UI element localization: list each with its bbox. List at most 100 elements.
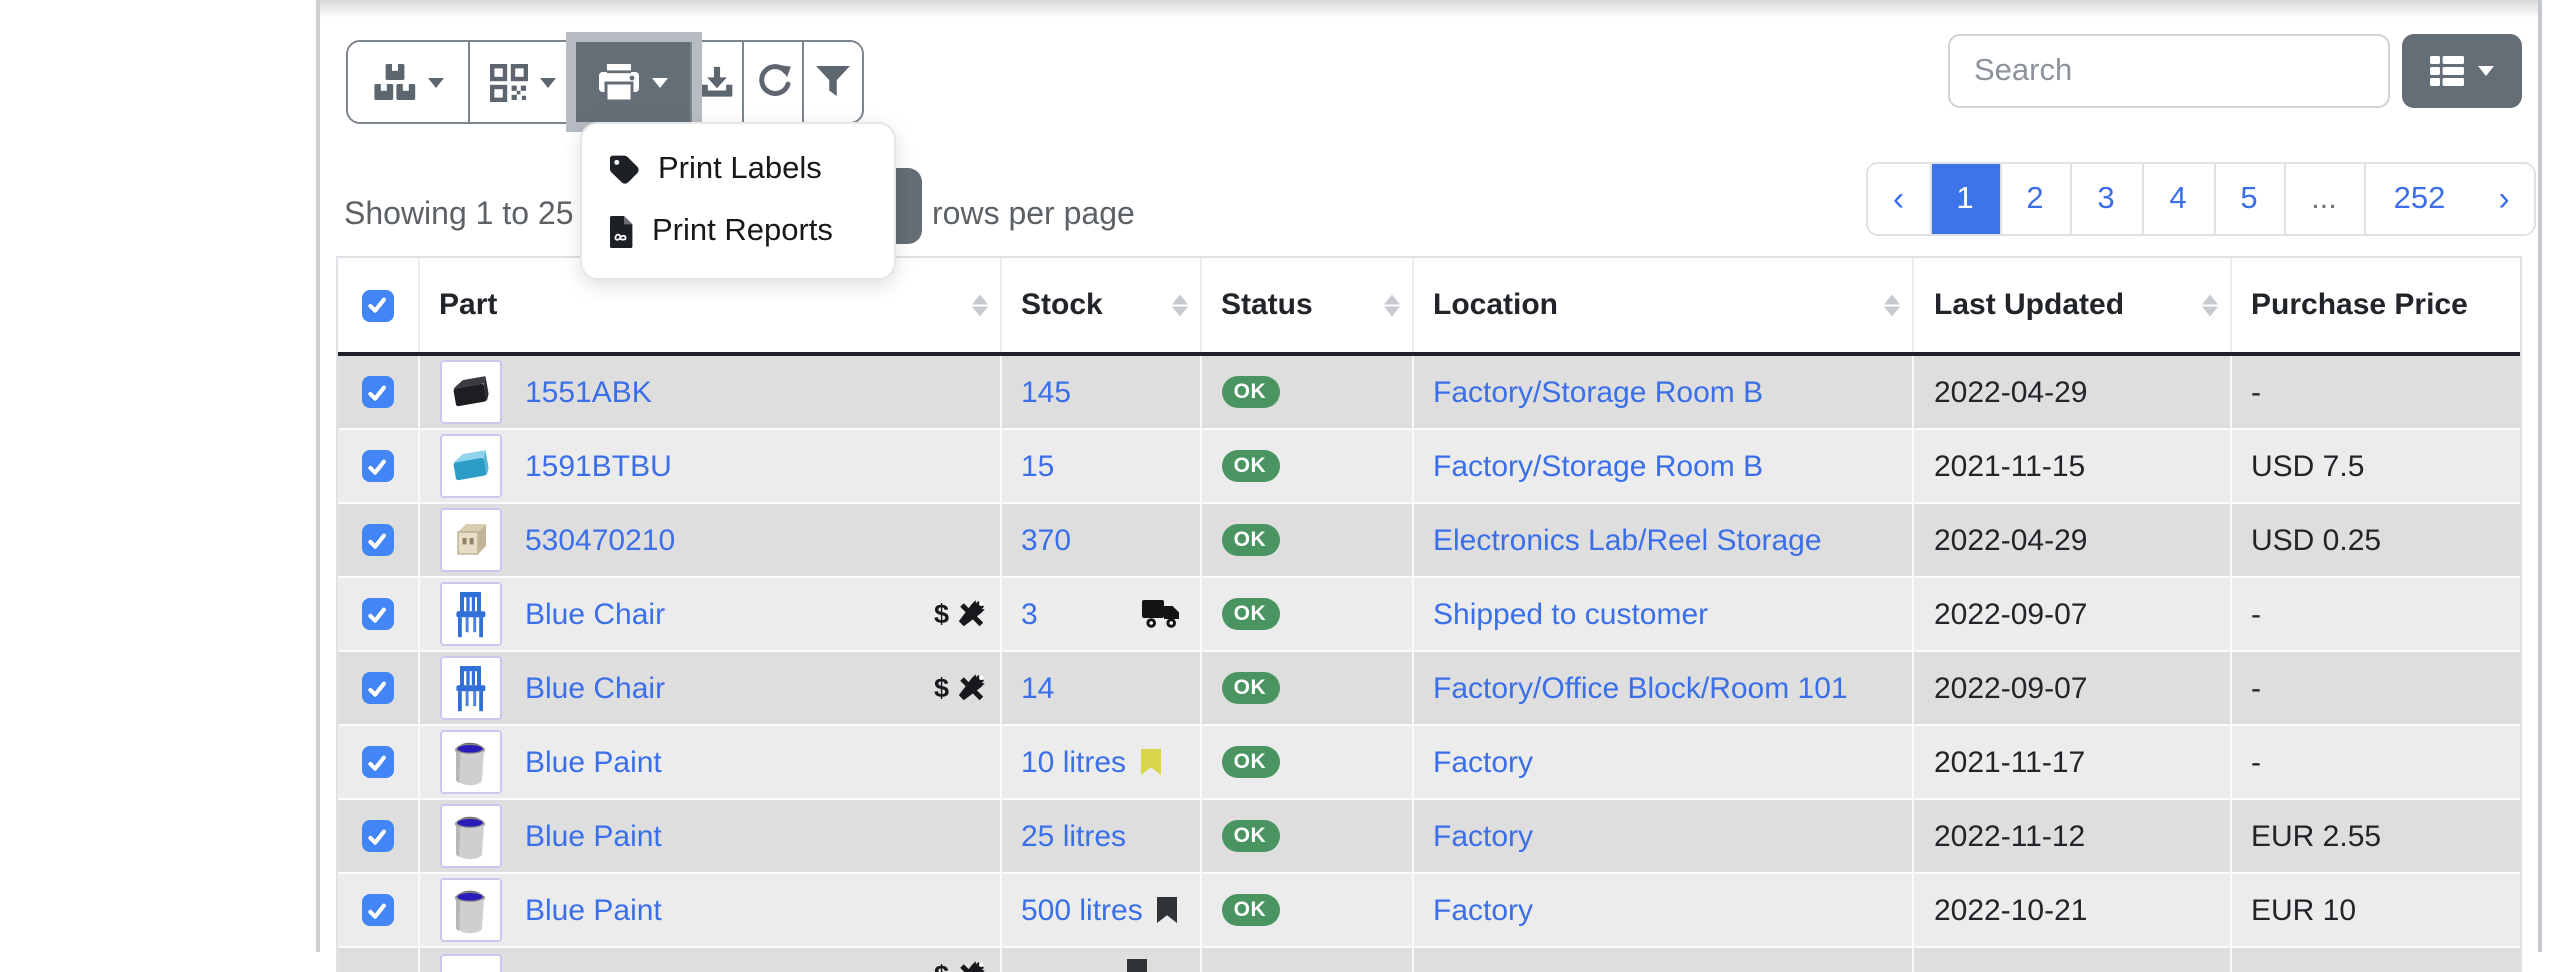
row-checkbox[interactable] <box>362 672 394 704</box>
location-link[interactable]: Factory/Office Block/Room 101 <box>1433 671 1848 705</box>
download-icon <box>700 65 734 99</box>
stock-link[interactable]: 145 <box>1021 375 1071 409</box>
pagination-next-button[interactable]: › <box>2474 164 2534 234</box>
row-checkbox[interactable] <box>362 450 394 482</box>
stock-link[interactable]: 14 <box>1021 671 1054 705</box>
row-checkbox[interactable] <box>362 894 394 926</box>
part-thumbnail[interactable] <box>439 656 501 720</box>
status-badge: OK <box>1221 376 1279 408</box>
part-link[interactable]: 530470210 <box>525 523 675 557</box>
stock-actions-button[interactable] <box>348 42 470 122</box>
pdf-icon <box>608 216 634 248</box>
column-header-status[interactable]: Status <box>1199 258 1411 352</box>
menu-item-print-labels[interactable]: Print Labels <box>582 146 894 194</box>
part-flags: $ <box>934 673 985 703</box>
barcode-actions-button[interactable] <box>470 42 576 122</box>
part-link[interactable]: 1591BTBU <box>525 449 672 483</box>
table-row: $ <box>338 946 2520 972</box>
column-header-stock[interactable]: Stock <box>999 258 1199 352</box>
column-label: Status <box>1221 288 1313 322</box>
row-checkbox[interactable] <box>362 524 394 556</box>
stock-link[interactable]: 10 litres <box>1021 745 1126 779</box>
status-badge: OK <box>1221 524 1279 556</box>
part-link[interactable]: 1551ABK <box>525 375 652 409</box>
location-link[interactable]: Factory <box>1433 745 1533 779</box>
location-link[interactable]: Factory/Storage Room B <box>1433 375 1763 409</box>
part-link[interactable]: Blue Paint <box>525 819 662 853</box>
table-row: Blue Paint $ 500 litres <box>338 872 2520 946</box>
menu-item-label: Print Labels <box>658 152 822 188</box>
table-row: Blue Chair $ 3 <box>338 576 2520 650</box>
select-all-checkbox[interactable] <box>362 289 394 321</box>
barcode-icon <box>489 63 527 101</box>
last-updated-value: 2022-04-29 <box>1934 523 2087 557</box>
part-link[interactable]: Blue Paint <box>525 745 662 779</box>
sort-carets-icon <box>1383 294 1399 317</box>
column-header-location[interactable]: Location <box>1411 258 1912 352</box>
status-badge: OK <box>1221 598 1279 630</box>
page-button-2[interactable]: 2 <box>2001 164 2071 234</box>
row-checkbox[interactable] <box>362 746 394 778</box>
download-button[interactable] <box>692 42 744 122</box>
part-thumbnail[interactable] <box>439 582 501 646</box>
status-badge: OK <box>1221 746 1279 778</box>
part-link[interactable]: Blue Chair <box>525 597 665 631</box>
table-row: Blue Paint $ 10 litres <box>338 724 2520 798</box>
page-button-1[interactable]: 1 <box>1931 164 2001 234</box>
stock-link[interactable]: 3 <box>1021 597 1038 631</box>
bookmark-yellow-icon <box>1140 748 1162 776</box>
column-header-updated[interactable]: Last Updated <box>1912 258 2229 352</box>
purchase-price-value: USD 7.5 <box>2251 449 2364 483</box>
last-updated-value: 2021-11-17 <box>1934 745 2085 779</box>
boxes-icon <box>373 64 415 100</box>
menu-item-label: Print Reports <box>652 214 833 250</box>
page-button-4[interactable]: 4 <box>2143 164 2215 234</box>
stock-link[interactable]: 15 <box>1021 449 1054 483</box>
page-button-3[interactable]: 3 <box>2071 164 2143 234</box>
column-label: Stock <box>1021 288 1103 322</box>
part-thumbnail[interactable] <box>439 954 501 972</box>
location-link[interactable]: Factory <box>1433 819 1533 853</box>
menu-item-print-reports[interactable]: Print Reports <box>582 208 894 256</box>
part-thumbnail[interactable] <box>439 878 501 942</box>
search-input[interactable] <box>1948 34 2390 108</box>
part-thumbnail[interactable] <box>439 804 501 868</box>
stock-link[interactable]: 500 litres <box>1021 893 1143 927</box>
pagination-prev-button[interactable]: ‹ <box>1868 164 1931 234</box>
purchase-price-value: USD 0.25 <box>2251 523 2381 557</box>
page-button-252[interactable]: 252 <box>2365 164 2474 234</box>
table-body: 1551ABK $ 145 <box>338 356 2520 972</box>
part-link[interactable]: Blue Paint <box>525 893 662 927</box>
stock-link[interactable]: 370 <box>1021 523 1071 557</box>
part-thumbnail[interactable] <box>439 730 501 794</box>
part-flags: $ <box>934 960 985 972</box>
part-link[interactable]: Blue Chair <box>525 671 665 705</box>
pagination: ‹ 12345...252 › <box>1866 162 2536 236</box>
row-checkbox[interactable] <box>362 820 394 852</box>
status-badge: OK <box>1221 672 1279 704</box>
table-row: 1551ABK $ 145 <box>338 356 2520 428</box>
print-actions-button[interactable] <box>576 42 692 122</box>
part-thumbnail[interactable] <box>439 434 501 498</box>
location-link[interactable]: Factory/Storage Room B <box>1433 449 1763 483</box>
location-link[interactable]: Factory <box>1433 893 1533 927</box>
last-updated-value: 2022-11-12 <box>1934 819 2085 853</box>
refresh-button[interactable] <box>744 42 804 122</box>
location-link[interactable]: Electronics Lab/Reel Storage <box>1433 523 1822 557</box>
page-button-5[interactable]: 5 <box>2215 164 2285 234</box>
stock-link[interactable]: 25 litres <box>1021 819 1126 853</box>
row-checkbox[interactable] <box>362 376 394 408</box>
part-thumbnail[interactable] <box>439 360 501 424</box>
purchase-price-value: - <box>2251 597 2261 631</box>
filter-button[interactable] <box>804 42 862 122</box>
last-updated-value: 2022-04-29 <box>1934 375 2087 409</box>
columns-select-button[interactable] <box>2402 34 2522 108</box>
status-badge: OK <box>1221 820 1279 852</box>
purchase-price-value: EUR 2.55 <box>2251 819 2381 853</box>
panel-left-border <box>316 0 320 952</box>
row-checkbox[interactable] <box>362 598 394 630</box>
part-thumbnail[interactable] <box>439 508 501 572</box>
last-updated-value: 2022-09-07 <box>1934 597 2087 631</box>
location-link[interactable]: Shipped to customer <box>1433 597 1708 631</box>
wrench-screwdriver-icon <box>955 599 985 629</box>
